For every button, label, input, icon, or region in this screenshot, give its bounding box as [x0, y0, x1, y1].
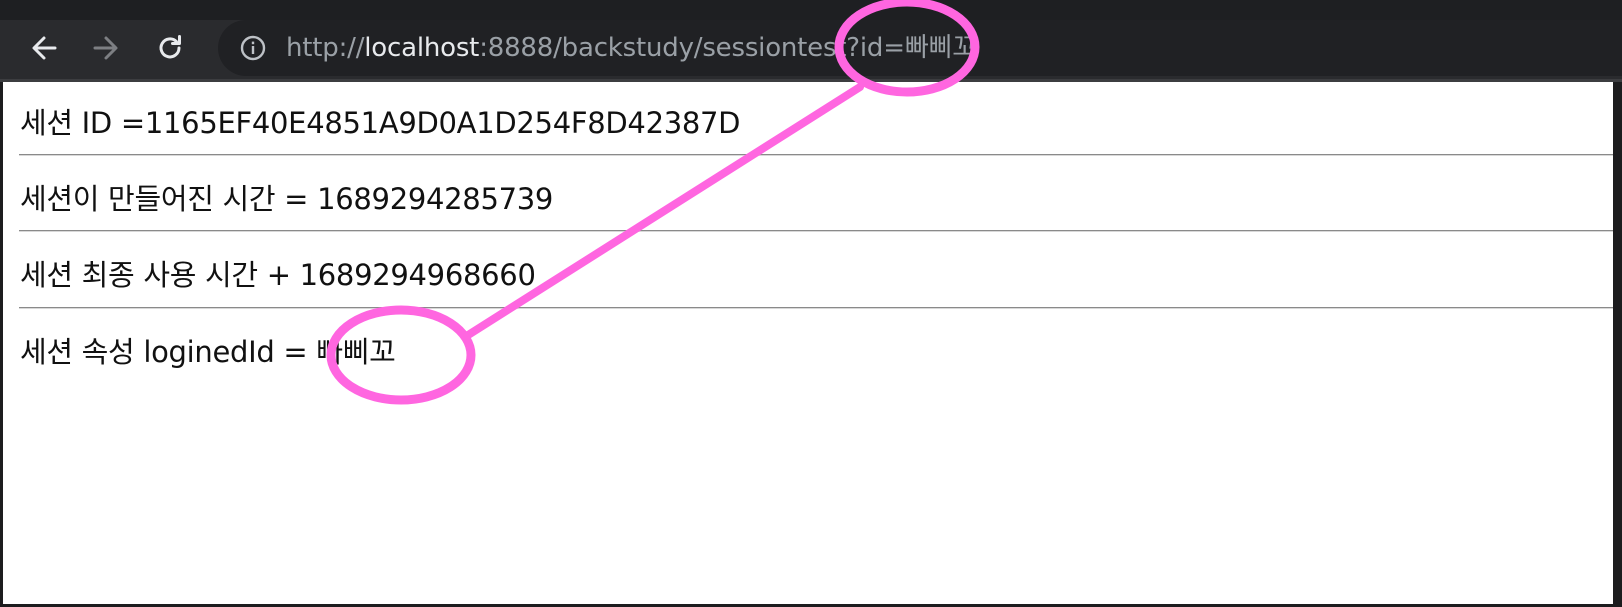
url-host: localhost	[364, 33, 480, 63]
reload-icon	[159, 35, 181, 59]
url-scheme: http://	[286, 33, 365, 63]
horizontal-rule	[19, 307, 1613, 309]
horizontal-rule	[19, 154, 1613, 156]
arrow-right-icon	[93, 36, 118, 60]
browser-window: http://localhost:8888/backstudy/sessiont…	[0, 0, 1622, 607]
address-bar[interactable]: http://localhost:8888/backstudy/sessiont…	[218, 20, 1622, 76]
window-top-strip	[0, 0, 1622, 20]
browser-toolbar: http://localhost:8888/backstudy/sessiont…	[0, 0, 1622, 82]
session-created-text: 세션이 만들어진 시간 = 1689294285739	[20, 182, 554, 216]
arrow-left-icon	[32, 36, 57, 60]
session-last-access-text: 세션 최종 사용 시간 + 1689294968660	[20, 258, 536, 292]
url-path: :8888/backstudy/sessiontest?id=빠삐꼬	[479, 33, 976, 63]
reload-button[interactable]	[150, 28, 190, 68]
session-id-text: 세션 ID =1165EF40E4851A9D0A1D254F8D42387D	[20, 106, 741, 140]
info-circle-icon[interactable]	[240, 35, 266, 61]
forward-button[interactable]	[86, 28, 126, 68]
back-button[interactable]	[24, 28, 64, 68]
page-content: 세션 ID =1165EF40E4851A9D0A1D254F8D42387D …	[3, 82, 1613, 604]
url-text[interactable]: http://localhost:8888/backstudy/sessiont…	[286, 30, 976, 66]
session-attribute-text: 세션 속성 loginedId = 빠삐꼬	[20, 335, 396, 369]
horizontal-rule	[19, 230, 1613, 232]
